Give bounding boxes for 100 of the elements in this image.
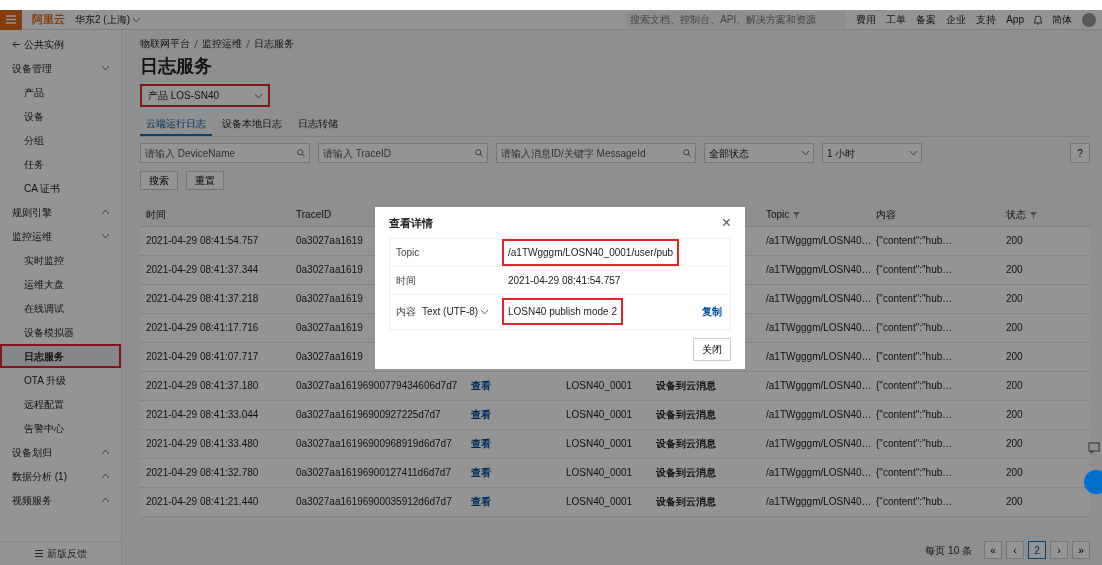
back-link[interactable]: 公共实例	[24, 36, 64, 52]
page-button[interactable]: ›	[1050, 541, 1068, 559]
chat-bubble-icon[interactable]	[1088, 442, 1100, 454]
top-menu-link[interactable]: 支持	[976, 12, 997, 27]
sidebar-group[interactable]: 视频服务	[12, 492, 52, 508]
sidebar-item[interactable]: 在线调试	[0, 296, 121, 320]
sidebar-group[interactable]: 数据分析 (1)	[12, 468, 67, 484]
breadcrumb-link[interactable]: 监控运维	[202, 36, 242, 51]
chevron-down-icon[interactable]	[133, 17, 140, 22]
table-cell: 200	[1006, 409, 1023, 420]
sidebar-item[interactable]: 远程配置	[0, 392, 121, 416]
page-button[interactable]: 2	[1028, 541, 1046, 559]
view-link[interactable]: 查看	[471, 438, 491, 449]
field-value: LOSN40 publish mode 2	[502, 298, 623, 325]
sidebar-item[interactable]: 设备模拟器	[0, 320, 121, 344]
page-button[interactable]: «	[984, 541, 1002, 559]
table-cell: /a1TWgggm/LOSN40…	[766, 322, 872, 333]
format-select[interactable]: Text (UTF-8)	[422, 304, 489, 319]
sidebar-item[interactable]: 分组	[0, 128, 121, 152]
view-link[interactable]: 查看	[471, 409, 491, 420]
search-field[interactable]: 请输入 TraceID	[318, 143, 488, 163]
search-field[interactable]: 请输入 DeviceName	[140, 143, 310, 163]
feedback-link[interactable]: 新版反馈	[46, 546, 87, 561]
view-link[interactable]: 查看	[471, 380, 491, 391]
tab[interactable]: 云端运行日志	[140, 113, 212, 136]
top-menu-link[interactable]: App	[1006, 12, 1024, 27]
search-icon[interactable]	[683, 149, 691, 157]
column-header: 内容	[876, 209, 896, 221]
table-cell: {"content":"hub…	[876, 496, 953, 507]
copy-link[interactable]: 复制	[702, 304, 722, 319]
sidebar-group[interactable]: 设备管理	[12, 60, 52, 76]
table-cell: /a1TWgggm/LOSN40…	[766, 380, 872, 391]
sidebar-item[interactable]: 产品	[0, 80, 121, 104]
table-cell: {"content":"hub…	[876, 293, 953, 304]
search-field[interactable]: 请输入消息ID/关键字 MessageId	[496, 143, 696, 163]
top-menu-link[interactable]: 备案	[916, 12, 937, 27]
avatar[interactable]	[1082, 12, 1096, 27]
table-cell: 0a3027aa16196900035912d6d7d7	[296, 496, 452, 507]
sidebar-item[interactable]: 日志服务	[0, 344, 121, 368]
menu-button[interactable]	[0, 9, 22, 30]
bell-icon[interactable]	[1034, 14, 1042, 25]
status-select[interactable]: 全部状态	[704, 143, 814, 163]
top-menu-link[interactable]: 企业	[946, 12, 967, 27]
page-button[interactable]: ‹	[1006, 541, 1024, 559]
time-select[interactable]: 1 小时	[822, 143, 922, 163]
table-cell: /a1TWgggm/LOSN40…	[766, 351, 872, 362]
table-cell: 2021-04-29 08:41:33.480	[146, 438, 259, 449]
sidebar-group[interactable]: 监控运维	[12, 228, 52, 244]
arrow-left-icon[interactable]	[12, 40, 20, 48]
tab[interactable]: 日志转储	[292, 113, 344, 136]
table-cell: 2021-04-29 08:41:21.440	[146, 496, 259, 507]
breadcrumb-link[interactable]: 日志服务	[254, 36, 294, 51]
chevron-down-icon	[910, 151, 917, 155]
table-cell: 2021-04-29 08:41:33.044	[146, 409, 259, 420]
language-selector[interactable]: 简体	[1052, 12, 1072, 27]
chevron-down-icon	[802, 151, 809, 155]
field-label: 内容	[396, 305, 416, 319]
page-size-label: 每页 10 条	[925, 543, 972, 558]
filter-icon[interactable]	[793, 209, 801, 221]
action-button[interactable]: 搜索	[140, 171, 178, 190]
region-selector[interactable]: 华东2 (上海)	[75, 12, 130, 27]
sidebar-group[interactable]: 设备划归	[12, 444, 52, 460]
table-cell: 0a3027aa1619	[296, 264, 363, 275]
search-icon[interactable]	[475, 149, 483, 157]
table-cell: 设备到云消息	[656, 409, 716, 420]
action-button[interactable]: 重置	[186, 171, 224, 190]
sidebar-item[interactable]: 实时监控	[0, 248, 121, 272]
close-button[interactable]: 关闭	[693, 337, 731, 361]
tab[interactable]: 设备本地日志	[216, 113, 288, 136]
sidebar-item[interactable]: OTA 升级	[0, 368, 121, 392]
sidebar-group[interactable]: 规则引擎	[12, 204, 52, 220]
table-cell: LOSN40_0001	[566, 496, 633, 507]
slash-icon	[246, 39, 250, 48]
sidebar-item[interactable]: 任务	[0, 152, 121, 176]
table-cell: 200	[1006, 351, 1023, 362]
table-cell: 2021-04-29 08:41:37.218	[146, 293, 259, 304]
page-button[interactable]: »	[1072, 541, 1090, 559]
search-icon[interactable]	[297, 149, 305, 157]
chevron-down-icon	[255, 93, 262, 98]
product-select[interactable]: 产品 LOS-SN40	[140, 84, 270, 107]
table-cell: 2021-04-29 08:41:54.757	[146, 235, 259, 246]
top-menu-link[interactable]: 费用	[856, 12, 877, 27]
sidebar-item[interactable]: 告警中心	[0, 416, 121, 440]
breadcrumb-link[interactable]: 物联网平台	[140, 36, 190, 51]
column-header: 时间	[146, 209, 166, 221]
view-link[interactable]: 查看	[471, 496, 491, 507]
view-link[interactable]: 查看	[471, 467, 491, 478]
sidebar-item[interactable]: 设备	[0, 104, 121, 128]
table-cell: {"content":"hub…	[876, 235, 953, 246]
help-button[interactable]: ?	[1070, 143, 1090, 163]
table-cell: 200	[1006, 293, 1023, 304]
sidebar-item[interactable]: 运维大盘	[0, 272, 121, 296]
search-field[interactable]: 搜索文档、控制台、API、解决方案和资源	[626, 11, 847, 28]
table-cell: LOSN40_0001	[566, 409, 633, 420]
sidebar-item[interactable]: CA 证书	[0, 176, 121, 200]
close-button[interactable]: ×	[721, 215, 731, 232]
column-header: TraceID	[296, 209, 332, 221]
table-cell: 0a3027aa1619	[296, 235, 363, 246]
filter-icon[interactable]	[1030, 209, 1037, 221]
top-menu-link[interactable]: 工单	[886, 12, 907, 27]
